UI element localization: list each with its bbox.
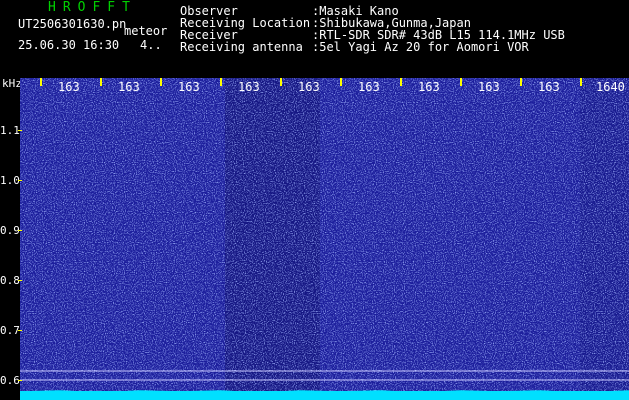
y-tick <box>18 380 22 381</box>
x-tick-label: 1640 <box>596 80 625 94</box>
x-tick <box>520 78 522 86</box>
info-value: :5el Yagi Az 20 for Aomori VOR <box>312 40 529 54</box>
y-tick <box>18 130 22 131</box>
y-tick-label: 0.7 <box>0 324 20 337</box>
y-tick-label: 0.9 <box>0 224 20 237</box>
x-tick <box>40 78 42 86</box>
y-tick-label: 1.1 <box>0 124 20 137</box>
filename: UT2506301630.pn <box>18 17 127 31</box>
x-tick <box>340 78 342 86</box>
y-tick <box>18 330 22 331</box>
header-panel: HROFFT UT2506301630.pn meteor 25.06.30 1… <box>0 0 629 76</box>
x-tick-label: 163 <box>238 80 260 94</box>
info-antenna: Receiving antenna :5el Yagi Az 20 for Aom… <box>180 41 529 53</box>
x-tick-label: 163 <box>118 80 140 94</box>
x-tick-label: 163 <box>178 80 200 94</box>
noise-speckle <box>20 78 629 400</box>
info-label: Receiving antenna <box>180 40 303 54</box>
count: 4.. <box>140 38 162 52</box>
x-tick-label: 163 <box>478 80 500 94</box>
x-tick-label: 163 <box>418 80 440 94</box>
x-tick <box>220 78 222 86</box>
x-tick <box>280 78 282 86</box>
x-tick <box>460 78 462 86</box>
y-tick-label: 0.8 <box>0 274 20 287</box>
x-tick <box>100 78 102 86</box>
y-unit-label: kHz <box>2 77 22 90</box>
y-tick-label: 0.6 <box>0 374 20 387</box>
x-tick <box>160 78 162 86</box>
y-tick <box>18 230 22 231</box>
x-tick <box>580 78 582 86</box>
datetime: 25.06.30 16:30 <box>18 38 120 52</box>
x-tick-label: 163 <box>58 80 80 94</box>
y-tick <box>18 180 22 181</box>
x-tick-label: 163 <box>298 80 320 94</box>
x-tick-label: 163 <box>358 80 380 94</box>
x-tick-label: 163 <box>538 80 560 94</box>
meteor-label: meteor <box>124 24 168 38</box>
y-tick <box>18 280 22 281</box>
app-title: HROFFT <box>48 0 137 15</box>
spectrogram <box>20 78 629 400</box>
y-tick-label: 1.0 <box>0 174 20 187</box>
x-tick <box>400 78 402 86</box>
